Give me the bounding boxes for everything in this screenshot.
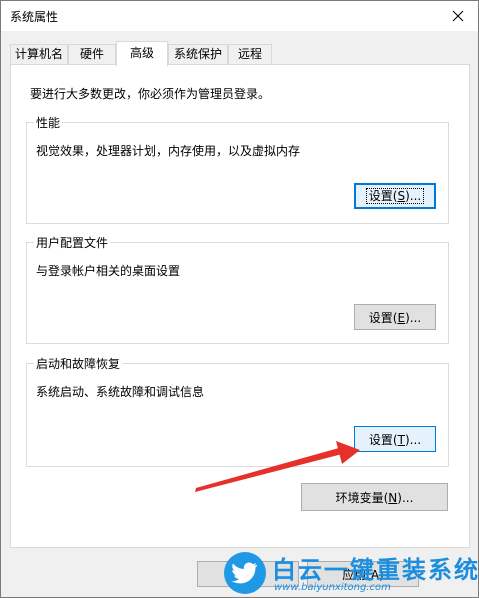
user-profiles-settings-label: 设置(E)... xyxy=(368,310,422,325)
startup-recovery-description: 系统启动、系统故障和调试信息 xyxy=(36,385,205,399)
twitter-bird-icon xyxy=(224,552,266,594)
user-profiles-group-title: 用户配置文件 xyxy=(34,234,111,251)
tab-hardware[interactable]: 硬件 xyxy=(68,44,116,64)
performance-group-title: 性能 xyxy=(34,114,63,131)
tab-computer-name[interactable]: 计算机名 xyxy=(10,44,68,64)
tab-advanced[interactable]: 高级 xyxy=(116,41,168,66)
performance-description: 视觉效果，处理器计划，内存使用，以及虚拟内存 xyxy=(36,144,301,158)
admin-notice: 要进行大多数更改，你必须作为管理员登录。 xyxy=(30,87,271,101)
environment-variables-button[interactable]: 环境变量(N)... xyxy=(301,483,448,511)
watermark: 白云一键重装系统 www.baiyunxitong.com xyxy=(224,552,479,596)
close-icon xyxy=(452,10,464,22)
user-profiles-description: 与登录帐户相关的桌面设置 xyxy=(36,264,181,278)
close-button[interactable] xyxy=(438,1,478,31)
performance-settings-label: 设置(S)... xyxy=(365,188,425,204)
performance-group: 性能 视觉效果，处理器计划，内存使用，以及虚拟内存 设置(S)... xyxy=(26,114,449,224)
tab-system-protection[interactable]: 系统保护 xyxy=(168,44,228,64)
watermark-url: www.baiyunxitong.com xyxy=(274,582,391,593)
user-profiles-group: 用户配置文件 与登录帐户相关的桌面设置 设置(E)... xyxy=(26,234,449,344)
window-title: 系统属性 xyxy=(10,10,59,24)
title-bar: 系统属性 xyxy=(1,1,478,31)
startup-recovery-group: 启动和故障恢复 系统启动、系统故障和调试信息 设置(T)... xyxy=(26,355,449,467)
watermark-brand: 白云一键重装系统 xyxy=(272,556,479,584)
user-profiles-settings-button[interactable]: 设置(E)... xyxy=(354,304,436,330)
performance-settings-button[interactable]: 设置(S)... xyxy=(354,183,436,209)
environment-variables-label: 环境变量(N)... xyxy=(335,490,414,505)
startup-recovery-settings-label: 设置(T)... xyxy=(368,432,422,447)
system-properties-window: 系统属性 计算机名 硬件 高级 系统保护 远程 要进行大多数更改，你必须作为管理… xyxy=(0,0,479,598)
startup-recovery-group-title: 启动和故障恢复 xyxy=(34,355,123,372)
advanced-tab-panel: 要进行大多数更改，你必须作为管理员登录。 性能 视觉效果，处理器计划，内存使用，… xyxy=(10,64,470,548)
tab-remote[interactable]: 远程 xyxy=(228,44,272,64)
startup-recovery-settings-button[interactable]: 设置(T)... xyxy=(354,426,436,452)
